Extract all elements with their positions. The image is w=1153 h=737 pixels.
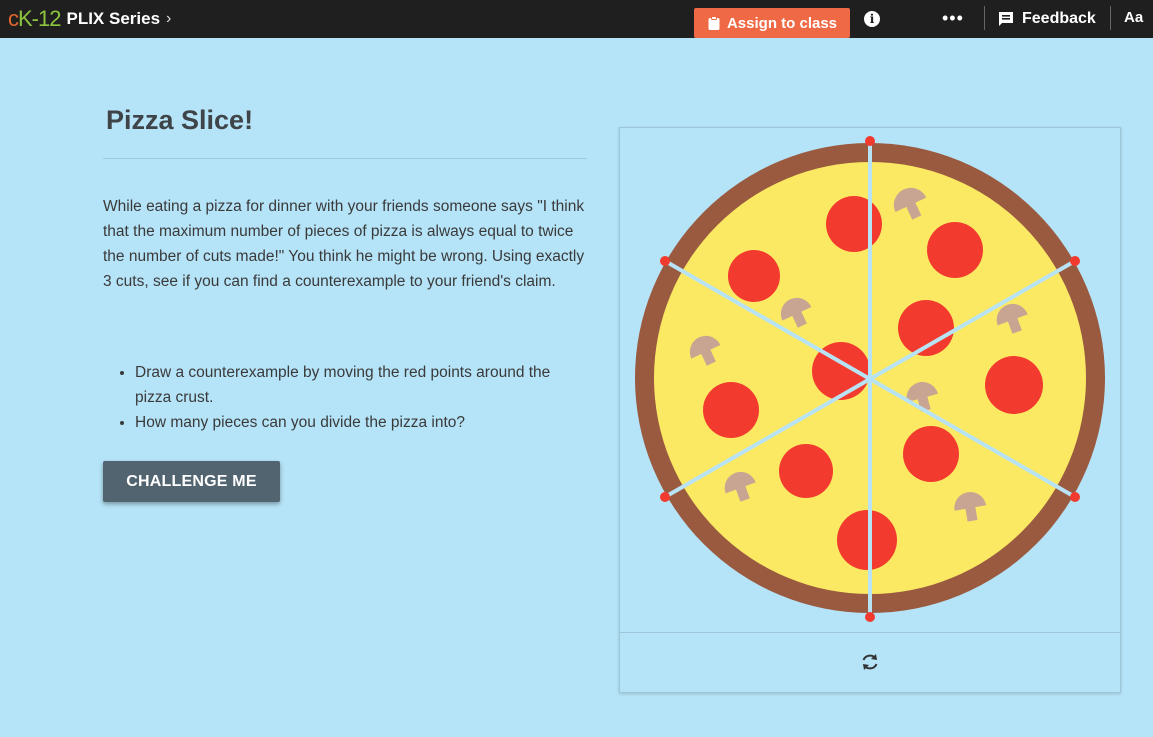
feedback-label: Feedback bbox=[1022, 10, 1096, 27]
divider bbox=[984, 6, 985, 30]
drag-handle[interactable] bbox=[1070, 492, 1080, 502]
top-bar: cK-12 PLIX Series › Assign to class i ••… bbox=[0, 0, 1153, 38]
challenge-me-button[interactable]: CHALLENGE ME bbox=[103, 461, 280, 502]
brand[interactable]: cK-12 PLIX Series › bbox=[8, 6, 171, 32]
drag-handle[interactable] bbox=[660, 256, 670, 266]
list-item: Draw a counterexample by moving the red … bbox=[135, 360, 589, 410]
page-title: Pizza Slice! bbox=[106, 105, 254, 135]
drag-handle[interactable] bbox=[1070, 256, 1080, 266]
pepperoni bbox=[903, 426, 959, 482]
drag-handle[interactable] bbox=[865, 136, 875, 146]
assign-to-class-label: Assign to class bbox=[726, 14, 838, 32]
clipboard-icon bbox=[708, 16, 720, 30]
drag-handle[interactable] bbox=[865, 612, 875, 622]
divider bbox=[1110, 6, 1111, 30]
problem-description: While eating a pizza for dinner with you… bbox=[103, 198, 585, 290]
pizza-interactive-panel bbox=[619, 127, 1121, 693]
series-title[interactable]: PLIX Series bbox=[66, 6, 160, 32]
pepperoni bbox=[927, 222, 983, 278]
feedback-button[interactable]: Feedback bbox=[998, 8, 1096, 30]
pizza-canvas[interactable] bbox=[620, 128, 1120, 632]
instructions-list: Draw a counterexample by moving the red … bbox=[103, 360, 589, 435]
panel-divider bbox=[620, 632, 1120, 633]
font-size-toggle[interactable]: Aa bbox=[1124, 9, 1143, 26]
ck12-logo[interactable]: cK-12 bbox=[8, 6, 61, 32]
pepperoni bbox=[703, 382, 759, 438]
list-item: How many pieces can you divide the pizza… bbox=[135, 410, 589, 435]
chevron-right-icon[interactable]: › bbox=[166, 10, 171, 28]
pepperoni bbox=[779, 444, 833, 498]
pepperoni bbox=[985, 356, 1043, 414]
assign-to-class-button[interactable]: Assign to class bbox=[694, 8, 850, 38]
pepperoni bbox=[728, 250, 780, 302]
info-icon[interactable]: i bbox=[864, 11, 880, 27]
drag-handle[interactable] bbox=[660, 492, 670, 502]
more-horizontal-icon[interactable]: ••• bbox=[942, 8, 964, 29]
title-divider bbox=[103, 158, 587, 159]
refresh-icon[interactable] bbox=[859, 651, 881, 673]
pepperoni bbox=[826, 196, 882, 252]
pepperoni bbox=[837, 510, 897, 570]
feedback-icon bbox=[999, 12, 1013, 26]
